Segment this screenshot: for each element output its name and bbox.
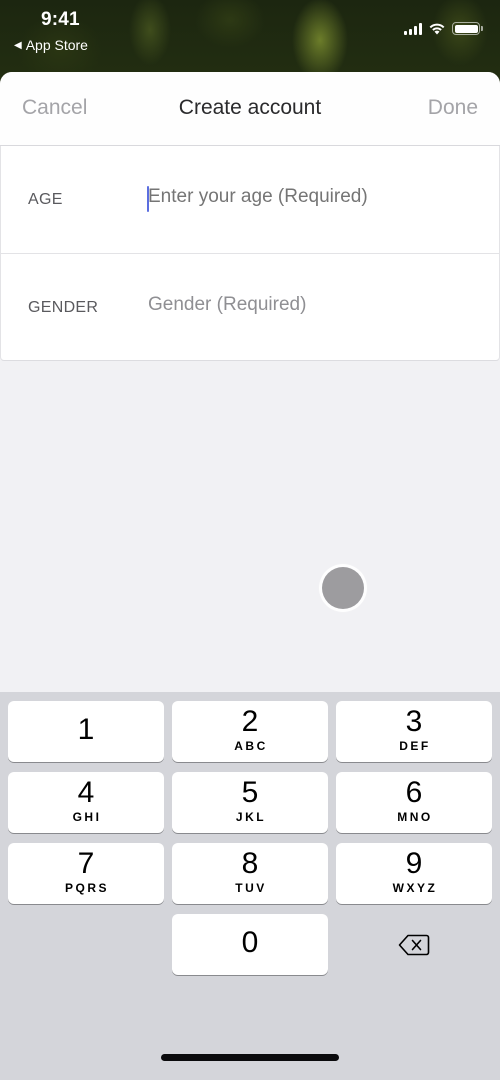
gender-select[interactable]: Gender (Required) [148, 294, 479, 316]
key-digit: 9 [405, 847, 423, 880]
status-bar: 9:41 ◀ App Store [0, 0, 500, 70]
status-time: 9:41 [41, 9, 80, 30]
key-digit: 2 [241, 705, 259, 738]
navigation-bar: Cancel Create account Done [0, 72, 500, 146]
gender-label: GENDER [28, 299, 99, 316]
delete-key[interactable] [336, 914, 492, 975]
back-to-app-store-link[interactable]: ◀ App Store [14, 37, 88, 53]
key-letters: TUV [235, 881, 267, 895]
key-letters: DEF [399, 739, 431, 753]
touch-indicator [322, 567, 364, 609]
home-indicator[interactable] [161, 1054, 339, 1061]
key-letters: PQRS [64, 881, 109, 895]
text-cursor [147, 186, 149, 212]
key-letters: WXYZ [392, 881, 438, 895]
key-digit: 7 [77, 847, 95, 880]
key-digit: 0 [241, 926, 259, 959]
battery-icon [452, 22, 483, 35]
page-title: Create account [178, 96, 322, 119]
age-label: AGE [28, 191, 63, 208]
key-digit: 6 [405, 776, 423, 809]
key-1[interactable]: 1 [8, 701, 164, 762]
key-2[interactable]: 2 ABC [172, 701, 328, 762]
wifi-icon [429, 23, 445, 35]
age-input[interactable] [148, 186, 479, 208]
gender-row: GENDER Gender (Required) [1, 253, 499, 360]
create-account-sheet: Cancel Create account Done AGE GENDER Ge… [0, 72, 500, 1080]
status-icons [404, 22, 483, 35]
account-form: AGE GENDER Gender (Required) [0, 146, 500, 361]
key-4[interactable]: 4 GHI [8, 772, 164, 833]
key-letters: ABC [234, 739, 268, 753]
key-digit: 8 [241, 847, 259, 880]
delete-backspace-icon [398, 934, 430, 955]
key-digit: 3 [405, 705, 423, 738]
key-digit: 5 [241, 776, 259, 809]
key-9[interactable]: 9 WXYZ [336, 843, 492, 904]
cellular-signal-icon [404, 22, 422, 35]
key-3[interactable]: 3 DEF [336, 701, 492, 762]
key-7[interactable]: 7 PQRS [8, 843, 164, 904]
key-6[interactable]: 6 MNO [336, 772, 492, 833]
key-0[interactable]: 0 [172, 914, 328, 975]
age-row: AGE [1, 146, 499, 253]
key-letters: GHI [72, 810, 102, 824]
key-5[interactable]: 5 JKL [172, 772, 328, 833]
key-8[interactable]: 8 TUV [172, 843, 328, 904]
key-letters: JKL [235, 810, 267, 824]
back-triangle-icon: ◀ [14, 39, 22, 51]
key-digit: 4 [77, 776, 95, 809]
number-pad-keyboard: 1 2 ABC 3 DEF 4 GHI 5 JKL 6 MNO 7 PQRS 8… [0, 692, 500, 1080]
key-letters: MNO [397, 810, 433, 824]
done-button[interactable]: Done [428, 96, 478, 120]
key-digit: 1 [77, 713, 95, 746]
back-app-label: App Store [25, 37, 88, 53]
